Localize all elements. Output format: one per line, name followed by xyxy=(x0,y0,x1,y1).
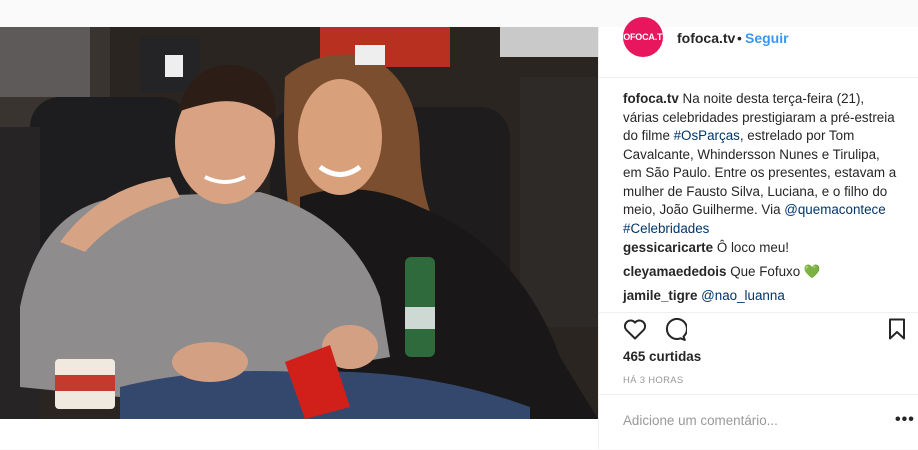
comment-text: Que Fofuxo xyxy=(726,264,804,279)
more-options-icon[interactable]: ••• xyxy=(895,411,915,429)
caption-username[interactable]: fofoca.tv xyxy=(623,91,679,106)
comment-mention-nao-luanna[interactable]: @nao_luanna xyxy=(701,288,785,303)
separator-dot: • xyxy=(737,30,742,46)
post-actions xyxy=(599,312,918,345)
add-comment-bar: Adicione um comentário... ••• xyxy=(599,394,918,450)
post-timestamp[interactable]: HÁ 3 HORAS xyxy=(623,375,684,386)
add-comment-input[interactable]: Adicione um comentário... xyxy=(623,413,778,428)
bookmark-icon[interactable] xyxy=(888,318,906,340)
comment-username[interactable]: cleyamaededois xyxy=(623,264,726,279)
post-sidebar: FOFOCA.TV fofoca.tv • Seguir fofoca.tv N… xyxy=(598,17,918,450)
likes-count[interactable]: 465 curtidas xyxy=(623,349,701,364)
follow-button[interactable]: Seguir xyxy=(745,30,789,46)
post-header: FOFOCA.TV fofoca.tv • Seguir xyxy=(599,17,918,78)
green-heart-emoji: 💚 xyxy=(803,264,821,279)
avatar[interactable]: FOFOCA.TV xyxy=(618,17,668,57)
comment: cleyamaededois Que Fofuxo 💚 xyxy=(623,264,821,280)
comment-username[interactable]: jamile_tigre xyxy=(623,288,697,303)
comment-username[interactable]: gessicaricarte xyxy=(623,240,713,255)
caption-hashtag-celebridades[interactable]: #Celebridades xyxy=(623,221,709,236)
caption-hashtag-osparcas[interactable]: #OsParças xyxy=(674,128,740,143)
comment-icon[interactable] xyxy=(663,318,687,342)
comment: jamile_tigre @nao_luanna xyxy=(623,288,785,303)
comment: gessicaricarte Ô loco meu! xyxy=(623,240,789,255)
heart-icon[interactable] xyxy=(623,318,647,340)
caption-mention-quemacontece[interactable]: @quemacontece xyxy=(784,202,885,217)
comment-text: Ô loco meu! xyxy=(713,240,790,255)
post-caption: fofoca.tv Na noite desta terça-feira (21… xyxy=(623,90,899,238)
instagram-post: FOFOCA.TV fofoca.tv • Seguir fofoca.tv N… xyxy=(0,17,918,450)
post-photo[interactable] xyxy=(0,27,598,419)
post-author-username[interactable]: fofoca.tv xyxy=(677,30,735,46)
